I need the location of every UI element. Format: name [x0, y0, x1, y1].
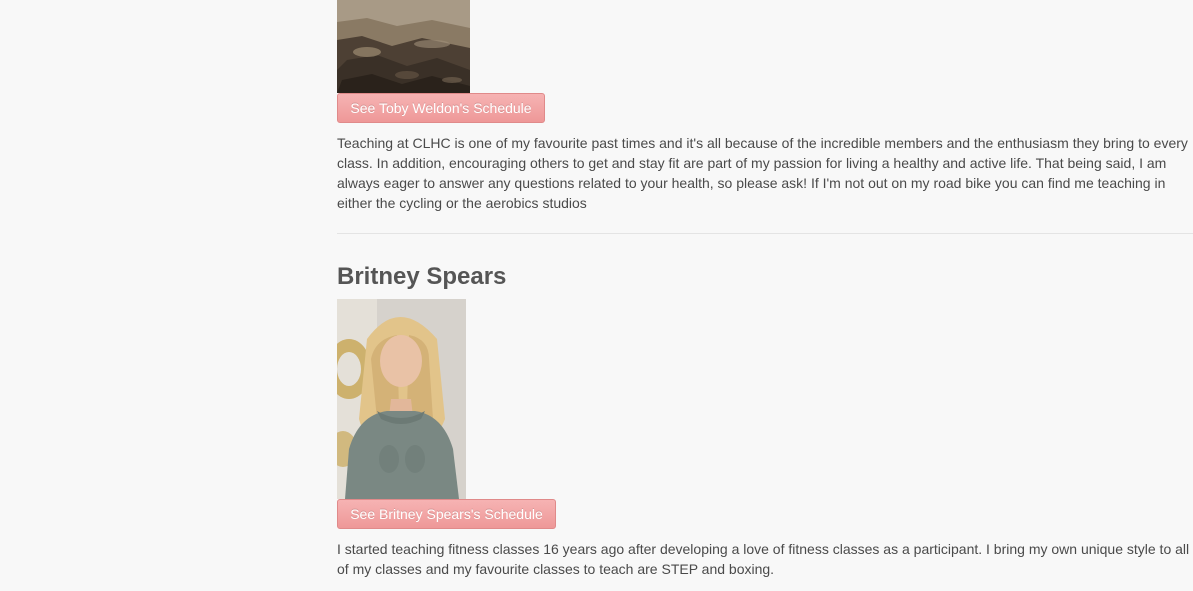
instructor-list: See Toby Weldon's Schedule Teaching at C…	[337, 0, 1193, 579]
page: See Toby Weldon's Schedule Teaching at C…	[0, 0, 1193, 591]
see-schedule-button[interactable]: See Toby Weldon's Schedule	[337, 93, 545, 123]
instructor-bio: I started teaching fitness classes 16 ye…	[337, 541, 1190, 577]
instructor-card: Britney Spears See Britney Spears's Sche…	[337, 262, 1193, 579]
see-schedule-button[interactable]: See Britney Spears's Schedule	[337, 499, 556, 529]
instructor-bio: Teaching at CLHC is one of my favourite …	[337, 135, 1188, 211]
divider	[337, 233, 1193, 234]
instructor-name: Britney Spears	[337, 263, 507, 290]
instructor-photo	[337, 299, 466, 499]
instructor-card: See Toby Weldon's Schedule Teaching at C…	[337, 0, 1193, 234]
instructor-photo	[337, 0, 470, 93]
